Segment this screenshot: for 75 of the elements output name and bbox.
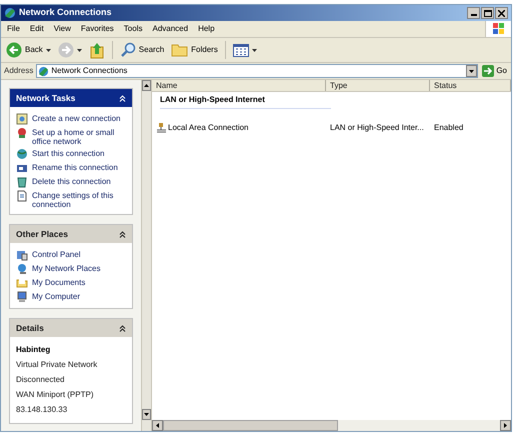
detail-text: 83.148.130.33 — [16, 404, 68, 416]
computer-icon — [16, 291, 28, 303]
left-triangle-icon — [156, 423, 159, 428]
recycle-bin-icon — [16, 176, 28, 188]
network-icon — [4, 7, 16, 19]
detail-text: Virtual Private Network — [16, 359, 98, 371]
folder-icon — [171, 43, 188, 57]
right-triangle-icon — [504, 423, 507, 428]
panel-header[interactable]: Details — [10, 319, 132, 337]
dropdown-button[interactable] — [466, 65, 478, 77]
window-title: Network Connections — [19, 6, 113, 20]
address-field[interactable]: Network Connections — [36, 64, 478, 78]
panel-header[interactable]: Network Tasks — [10, 89, 132, 107]
column-header[interactable]: Name — [152, 80, 326, 91]
place-link[interactable]: Control Panel — [32, 248, 80, 259]
column-header[interactable]: Type — [326, 80, 430, 91]
search-icon — [120, 42, 136, 58]
menu-item[interactable]: Tools — [120, 23, 146, 35]
folders-button[interactable]: Folders — [169, 39, 220, 61]
menu-item[interactable]: Favorites — [76, 23, 118, 35]
task-link[interactable]: Start this connection — [32, 147, 104, 158]
detail-text: Disconnected — [16, 374, 66, 386]
close-button[interactable] — [495, 7, 508, 19]
place-link[interactable]: My Computer — [32, 290, 80, 301]
arrow-icon — [482, 65, 494, 77]
table-cell-text: Enabled — [433, 122, 464, 134]
collapse-chevron-icon[interactable] — [119, 324, 126, 332]
network-icon — [38, 66, 50, 76]
up-folder-icon — [88, 41, 105, 59]
lan-icon — [156, 123, 167, 133]
control-panel-icon — [16, 249, 28, 261]
detail-text: WAN Miniport (PPTP) — [16, 389, 94, 401]
search-button[interactable]: Search — [118, 39, 166, 61]
table-cell-text: LAN or High-Speed Inter... — [329, 122, 425, 134]
task-link[interactable]: Change settings of this connection — [32, 189, 126, 209]
collapse-chevron-icon[interactable] — [119, 230, 126, 238]
caret-icon — [252, 48, 257, 52]
scroll-left-button[interactable] — [152, 420, 163, 431]
list-row[interactable]: Local Area Connection LAN or High-Speed Inter... Enabled — [152, 121, 511, 135]
menu-item[interactable]: Advanced — [148, 23, 192, 35]
panel-header[interactable]: Other Places — [10, 225, 132, 243]
task-link[interactable]: Delete this connection — [32, 175, 111, 186]
place-link[interactable]: My Documents — [32, 276, 86, 287]
close-icon — [498, 10, 505, 16]
caret-icon — [469, 70, 474, 72]
views-grid-icon — [232, 44, 249, 56]
task-link[interactable]: Set up a home or small office network — [32, 126, 126, 146]
network-globe-icon — [16, 263, 28, 275]
column-header[interactable]: Status — [430, 80, 511, 91]
caret-icon — [46, 48, 51, 52]
minimize-button[interactable] — [467, 7, 480, 19]
address-label: Address — [4, 65, 34, 77]
connection-name: Habinteg — [16, 344, 52, 356]
maximize-button[interactable] — [481, 7, 494, 19]
scroll-down-button[interactable] — [142, 409, 151, 420]
menu-item[interactable]: Edit — [26, 23, 48, 35]
document-icon — [16, 190, 28, 202]
menu-item[interactable]: Help — [194, 23, 219, 35]
folder-icon — [16, 277, 28, 289]
group-header: LAN or High-Speed Internet — [160, 95, 265, 104]
task-link[interactable]: Rename this connection — [32, 161, 118, 172]
menu-item[interactable]: View — [50, 23, 75, 35]
go-button[interactable]: Go — [481, 64, 508, 78]
globe-icon — [16, 148, 28, 160]
back-button[interactable]: Back — [4, 39, 53, 61]
up-triangle-icon — [144, 84, 149, 87]
table-cell: Local Area Connection — [168, 122, 248, 134]
place-link[interactable]: My Network Places — [32, 262, 100, 273]
caret-icon — [76, 48, 82, 52]
scroll-up-button[interactable] — [142, 80, 151, 91]
scroll-right-button[interactable] — [500, 420, 511, 431]
task-link[interactable]: Create a new connection — [32, 112, 120, 123]
menu-item[interactable]: File — [3, 23, 24, 35]
down-triangle-icon — [144, 413, 149, 416]
scroll-thumb[interactable] — [163, 420, 338, 431]
